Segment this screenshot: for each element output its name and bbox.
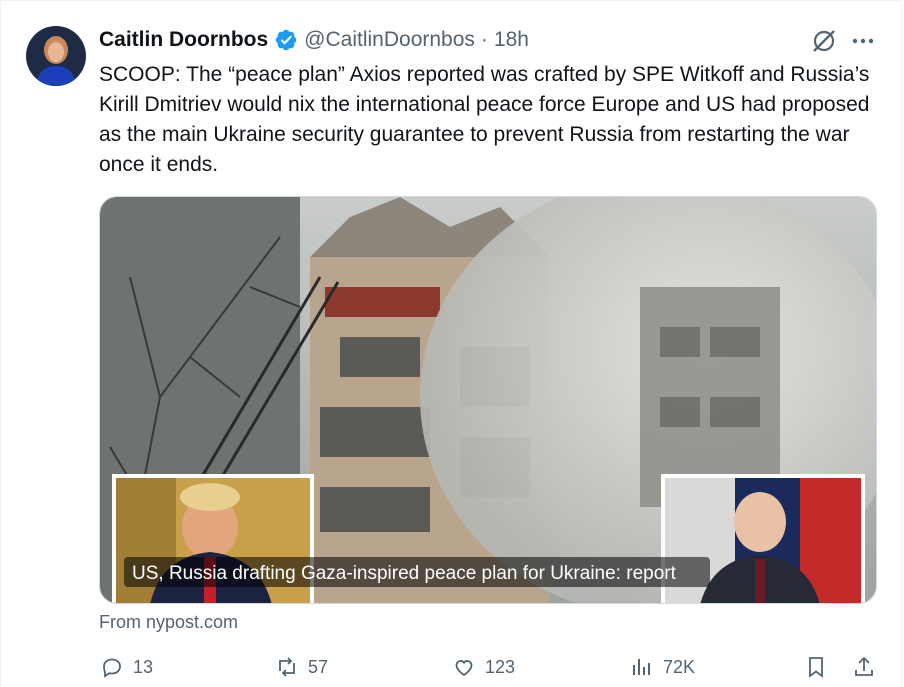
grok-icon[interactable] [811,28,837,54]
repost-button[interactable]: 57 [275,655,328,679]
timestamp[interactable]: 18h [494,28,529,52]
action-bar: 13 57 123 72K [0,650,904,684]
bookmark-icon [809,657,823,678]
views-icon [633,659,650,675]
more-icon[interactable] [849,28,877,54]
tweet-text: SCOOP: The “peace plan” Axios reported w… [99,63,870,176]
tweet-header: Caitlin Doornbos @CaitlinDoornbos · 18h [99,26,529,54]
author-name[interactable]: Caitlin Doornbos [99,28,268,52]
views-button[interactable]: 72K [630,655,695,679]
like-button[interactable]: 123 [452,655,515,679]
like-icon [455,660,473,677]
avatar[interactable] [26,26,86,86]
reply-count: 13 [133,656,154,677]
author-handle[interactable]: @CaitlinDoornbos [304,28,475,52]
share-icon [855,656,873,676]
views-count: 72K [663,656,696,677]
card-source[interactable]: From nypost.com [99,612,238,633]
reply-icon [103,658,121,678]
verified-badge-icon [275,29,297,51]
repost-icon [279,657,295,677]
repost-count: 57 [308,656,329,677]
reply-button[interactable]: 13 [100,655,153,679]
bookmark-button[interactable] [804,655,828,679]
like-count: 123 [485,656,516,677]
share-button[interactable] [852,655,876,679]
link-card-image[interactable]: US, Russia drafting Gaza-inspired peace … [99,196,877,604]
separator-dot: · [480,28,488,51]
card-headline: US, Russia drafting Gaza-inspired peace … [132,563,677,584]
